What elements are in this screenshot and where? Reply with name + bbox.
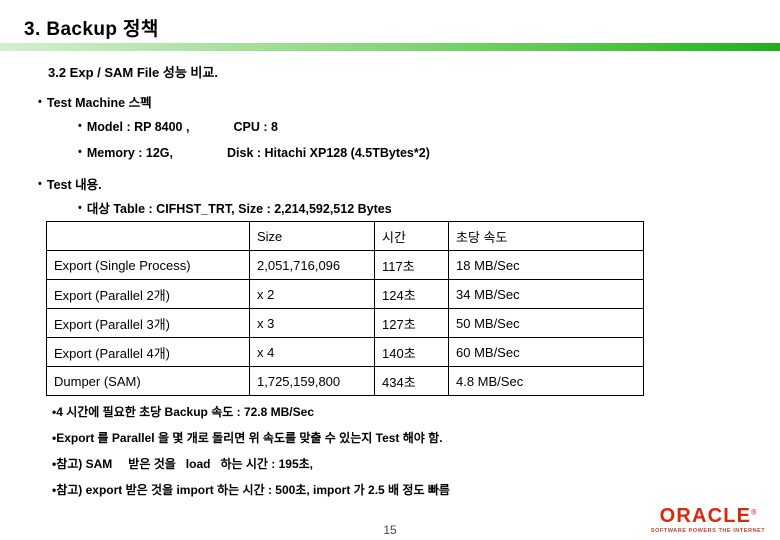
bullet-glyph: •: [78, 202, 82, 214]
performance-table: Size 시간 초당 속도 Export (Single Process) 2,…: [46, 221, 644, 396]
note-parallel-test-label: Export 를 Parallel 을 몇 개로 돌리면 위 속도를 맞출 수 …: [56, 431, 443, 445]
note-import-time: •참고) export 받은 것을 import 하는 시간 : 500초, i…: [52, 481, 450, 498]
row-rate: 18 MB/Sec: [448, 250, 644, 280]
table-row: Export (Single Process) 2,051,716,096 11…: [46, 250, 644, 280]
row-time: 117초: [374, 250, 449, 280]
bullet-glyph: •: [38, 178, 42, 190]
test-content-heading-label: Test 내용.: [46, 178, 102, 192]
row-time: 127초: [374, 308, 449, 338]
row-size: 1,725,159,800: [249, 366, 375, 396]
spec-model-row: • Model : RP 8400 , CPU : 8: [78, 120, 278, 134]
title-divider-green: [0, 43, 780, 51]
row-time: 124초: [374, 279, 449, 309]
bullet-glyph: •: [78, 120, 82, 132]
spec-memory-row: • Memory : 12G, Disk : Hitachi XP128 (4.5T…: [78, 146, 430, 160]
oracle-logo: ORACLE® SOFTWARE POWERS THE INTERNET: [644, 506, 772, 534]
test-machine-heading-label: Test Machine 스펙: [46, 96, 152, 110]
row-size: 2,051,716,096: [249, 250, 375, 280]
page-title: 3. Backup 정책: [24, 19, 159, 40]
row-label: Export (Single Process): [46, 250, 250, 280]
row-size: x 4: [249, 337, 375, 367]
note-parallel-test: •Export 를 Parallel 을 몇 개로 돌리면 위 속도를 맞출 수…: [52, 429, 443, 446]
table-row: Export (Parallel 3개) x 3 127초 50 MB/Sec: [46, 308, 644, 338]
note-backup-speed: •4 시간에 필요한 초당 Backup 속도 : 72.8 MB/Sec: [52, 403, 314, 420]
note-import-time-label: 참고) export 받은 것을 import 하는 시간 : 500초, im…: [56, 483, 450, 497]
table-header-row: Size 시간 초당 속도: [46, 221, 644, 251]
column-header-blank: [46, 221, 250, 251]
note-sam-received: 받은 것을: [128, 457, 176, 471]
bullet-glyph: •: [78, 146, 82, 158]
table-row: Export (Parallel 4개) x 4 140초 60 MB/Sec: [46, 337, 644, 367]
table-row: Export (Parallel 2개) x 2 124초 34 MB/Sec: [46, 279, 644, 309]
oracle-wordmark: ORACLE®: [644, 506, 772, 526]
row-label: Export (Parallel 2개): [46, 279, 250, 309]
test-target-row: • 대상 Table : CIFHST_TRT, Size : 2,214,592…: [78, 198, 392, 217]
row-rate: 34 MB/Sec: [448, 279, 644, 309]
row-label: Export (Parallel 3개): [46, 308, 250, 338]
column-header-rate: 초당 속도: [448, 221, 644, 251]
bullet-glyph: •: [38, 96, 42, 108]
note-sam-prefix: 참고) SAM: [56, 457, 113, 471]
registered-trademark-icon: ®: [751, 509, 757, 517]
row-rate: 50 MB/Sec: [448, 308, 644, 338]
spec-model-label: Model : RP 8400 ,: [86, 120, 190, 134]
row-time: 434초: [374, 366, 449, 396]
row-rate: 60 MB/Sec: [448, 337, 644, 367]
spec-disk-label: Disk : Hitachi XP128 (4.5TBytes*2): [227, 146, 430, 160]
spec-cpu-label: CPU : 8: [233, 120, 278, 134]
column-header-size: Size: [249, 221, 375, 251]
note-sam-action: load: [185, 457, 211, 471]
row-label: Dumper (SAM): [46, 366, 250, 396]
test-content-heading: • Test 내용.: [38, 174, 102, 193]
oracle-tagline: SOFTWARE POWERS THE INTERNET: [650, 528, 766, 534]
column-header-time: 시간: [374, 221, 449, 251]
spec-memory-label: Memory : 12G,: [86, 146, 173, 160]
test-machine-heading: • Test Machine 스펙: [38, 92, 152, 111]
row-time: 140초: [374, 337, 449, 367]
table-row: Dumper (SAM) 1,725,159,800 434초 4.8 MB/S…: [46, 366, 644, 396]
note-sam-load-time: •참고) SAM 받은 것을 load 하는 시간 : 195초,: [52, 455, 313, 472]
note-backup-speed-label: 4 시간에 필요한 초당 Backup 속도 : 72.8 MB/Sec: [56, 405, 314, 419]
row-size: x 2: [249, 279, 375, 309]
row-label: Export (Parallel 4개): [46, 337, 250, 367]
footer-divider-red: [0, 514, 660, 520]
note-sam-duration: 하는 시간 : 195초,: [220, 457, 314, 471]
oracle-wordmark-text: ORACLE: [659, 505, 752, 527]
test-target-label: 대상 Table : CIFHST_TRT, Size : 2,214,592,…: [86, 202, 392, 216]
section-subtitle: 3.2 Exp / SAM File 성능 비교.: [48, 65, 218, 80]
row-size: x 3: [249, 308, 375, 338]
row-rate: 4.8 MB/Sec: [448, 366, 644, 396]
